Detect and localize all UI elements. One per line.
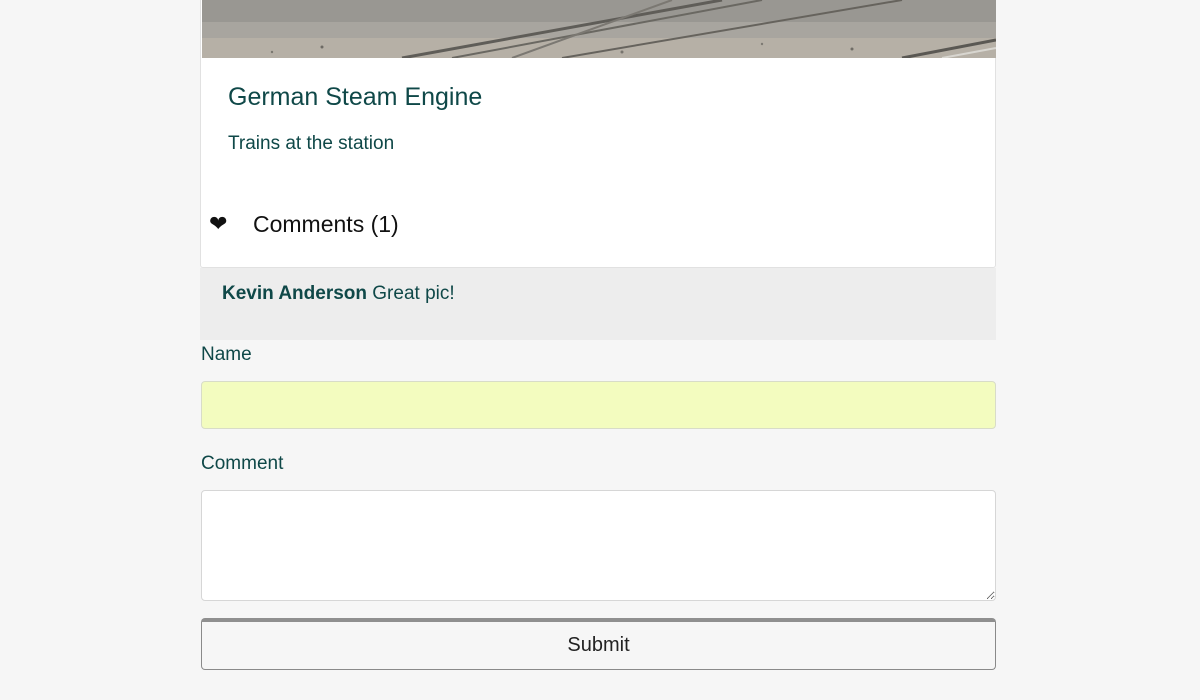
heart-icon[interactable]: ❤	[209, 209, 253, 239]
comment-text: Great pic!	[372, 283, 455, 304]
post-caption: Trains at the station	[228, 133, 395, 154]
comment-label: Comment	[201, 453, 284, 474]
comment-item: Kevin Anderson Great pic!	[222, 283, 974, 305]
name-input[interactable]	[201, 381, 996, 429]
comment-author: Kevin Anderson	[222, 283, 367, 304]
post-title: German Steam Engine	[228, 83, 483, 111]
submit-button[interactable]: Submit	[201, 618, 996, 670]
post-photo	[202, 0, 996, 58]
comments-toggle[interactable]: ❤ Comments (1)	[209, 209, 399, 239]
photo-card: German Steam Engine Trains at the statio…	[200, 0, 996, 268]
name-label: Name	[201, 344, 252, 365]
railway-photo	[202, 0, 996, 58]
comment-list: Kevin Anderson Great pic!	[200, 268, 996, 340]
comments-count-label[interactable]: Comments (1)	[253, 211, 399, 238]
comment-textarea[interactable]	[201, 490, 996, 601]
